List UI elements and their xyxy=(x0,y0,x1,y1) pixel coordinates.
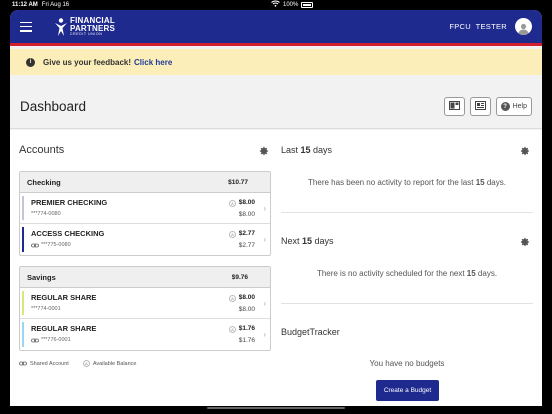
dashboard-content: Accounts Checking $10.77 PREMIER CHECKIN… xyxy=(10,130,542,406)
logo-line-3: CREDIT UNION xyxy=(70,31,103,36)
legend-available-label: Available Balance xyxy=(92,360,137,367)
budget-title: BudgetTracker xyxy=(281,327,340,337)
available-balance-icon: A xyxy=(229,295,236,302)
feedback-banner: i Give us your feedback! Click here xyxy=(10,49,542,75)
group-total: $9.76 xyxy=(231,273,248,281)
last-days-message: There has been no activity to report for… xyxy=(308,178,506,187)
available-balance-icon: A xyxy=(229,231,236,238)
last-days-gear-icon[interactable] xyxy=(520,143,530,156)
account-row[interactable]: ACCESS CHECKING ***775-0080 A $2.77 $2.7… xyxy=(20,224,270,255)
account-balance: $1.76 xyxy=(238,325,255,332)
feedback-link[interactable]: Click here xyxy=(134,58,172,67)
account-number: ***774-0001 xyxy=(31,306,61,312)
layout-toggle-button[interactable] xyxy=(443,97,465,116)
home-indicator[interactable] xyxy=(207,407,345,409)
brand-logo[interactable]: FINANCIAL PARTNERS CREDIT UNION xyxy=(54,16,115,37)
account-group-savings: Savings $9.76 REGULAR SHARE ***774-0001 … xyxy=(19,266,271,351)
account-name: ACCESS CHECKING xyxy=(31,229,105,238)
account-number: ***774-0080 xyxy=(31,211,61,217)
group-name: Savings xyxy=(27,272,56,282)
customize-button[interactable] xyxy=(469,97,491,116)
status-bar: 11:12 AM Fri Aug 16 100% xyxy=(0,0,552,10)
group-name: Checking xyxy=(27,177,61,187)
shared-link-icon xyxy=(31,243,39,248)
account-color-bar xyxy=(22,322,24,347)
account-group-checking: Checking $10.77 PREMIER CHECKING ***774-… xyxy=(19,171,271,256)
newspaper-icon xyxy=(474,101,486,112)
status-time: 11:12 AM xyxy=(12,2,38,8)
logo-figure-icon xyxy=(54,17,68,37)
section-divider xyxy=(281,303,533,304)
shared-link-icon xyxy=(19,361,27,366)
account-number: ***775-0080 xyxy=(41,242,71,248)
question-icon: ? xyxy=(500,102,510,111)
account-row[interactable]: PREMIER CHECKING ***774-0080 A $8.00 $8.… xyxy=(20,193,270,224)
account-name: REGULAR SHARE xyxy=(31,293,97,302)
create-budget-button[interactable]: Create a Budget xyxy=(376,380,439,401)
page-title: Dashboard xyxy=(20,99,87,114)
section-divider xyxy=(281,212,533,213)
available-balance-icon: A xyxy=(229,200,236,207)
next-days-message: There is no activity scheduled for the n… xyxy=(316,269,498,278)
battery-percent: 100% xyxy=(283,1,299,8)
accounts-legend: Shared Account A Available Balance xyxy=(19,360,150,367)
account-balance: $8.00 xyxy=(238,199,255,206)
account-name: PREMIER CHECKING xyxy=(31,198,108,207)
next-days-title: Next 15 days xyxy=(281,236,334,246)
feedback-text: Give us your feedback! xyxy=(43,57,132,67)
account-color-bar xyxy=(22,291,24,315)
account-balance: $8.00 xyxy=(238,294,255,301)
accounts-title: Accounts xyxy=(19,144,65,156)
user-menu[interactable]: FPCU TESTER xyxy=(449,18,532,35)
account-color-bar xyxy=(22,227,24,252)
account-available: $8.00 xyxy=(238,211,255,218)
chevron-right-icon: › xyxy=(263,235,266,244)
battery-icon xyxy=(301,1,314,8)
chevron-right-icon: › xyxy=(263,204,266,213)
shared-link-icon xyxy=(31,338,39,343)
last-days-title: Last 15 days xyxy=(281,145,333,155)
layout-grid-icon xyxy=(448,101,460,112)
account-row[interactable]: REGULAR SHARE ***774-0001 A $8.00 $8.00 … xyxy=(20,288,270,319)
info-icon: i xyxy=(26,57,35,67)
budget-message: You have no budgets xyxy=(369,359,445,368)
account-available: $2.77 xyxy=(238,242,255,249)
account-name: REGULAR SHARE xyxy=(31,324,97,333)
group-total: $10.77 xyxy=(228,178,248,186)
hamburger-menu-icon[interactable] xyxy=(20,21,32,32)
page-header: Dashboard ? Help xyxy=(10,75,542,129)
chevron-right-icon: › xyxy=(263,330,266,339)
user-avatar-icon[interactable] xyxy=(515,18,532,35)
available-balance-icon: A xyxy=(82,360,90,367)
account-available: $8.00 xyxy=(238,306,255,313)
help-button[interactable]: ? Help xyxy=(495,97,532,116)
legend-shared-label: Shared Account xyxy=(30,360,69,367)
user-name: FPCU TESTER xyxy=(449,22,507,31)
account-row[interactable]: REGULAR SHARE ***776-0001 A $1.76 $1.76 … xyxy=(20,319,270,350)
wifi-icon xyxy=(271,0,280,9)
account-available: $1.76 xyxy=(238,337,255,344)
help-label: Help xyxy=(512,103,527,110)
account-balance: $2.77 xyxy=(238,230,255,237)
chevron-right-icon: › xyxy=(263,299,266,308)
available-balance-icon: A xyxy=(229,326,236,333)
app-screen: FINANCIAL PARTNERS CREDIT UNION FPCU TES… xyxy=(10,10,542,406)
accounts-gear-icon[interactable] xyxy=(259,143,269,156)
app-header: FINANCIAL PARTNERS CREDIT UNION FPCU TES… xyxy=(10,10,542,46)
account-color-bar xyxy=(22,196,24,220)
next-days-gear-icon[interactable] xyxy=(520,234,530,247)
account-number: ***776-0001 xyxy=(41,337,71,343)
